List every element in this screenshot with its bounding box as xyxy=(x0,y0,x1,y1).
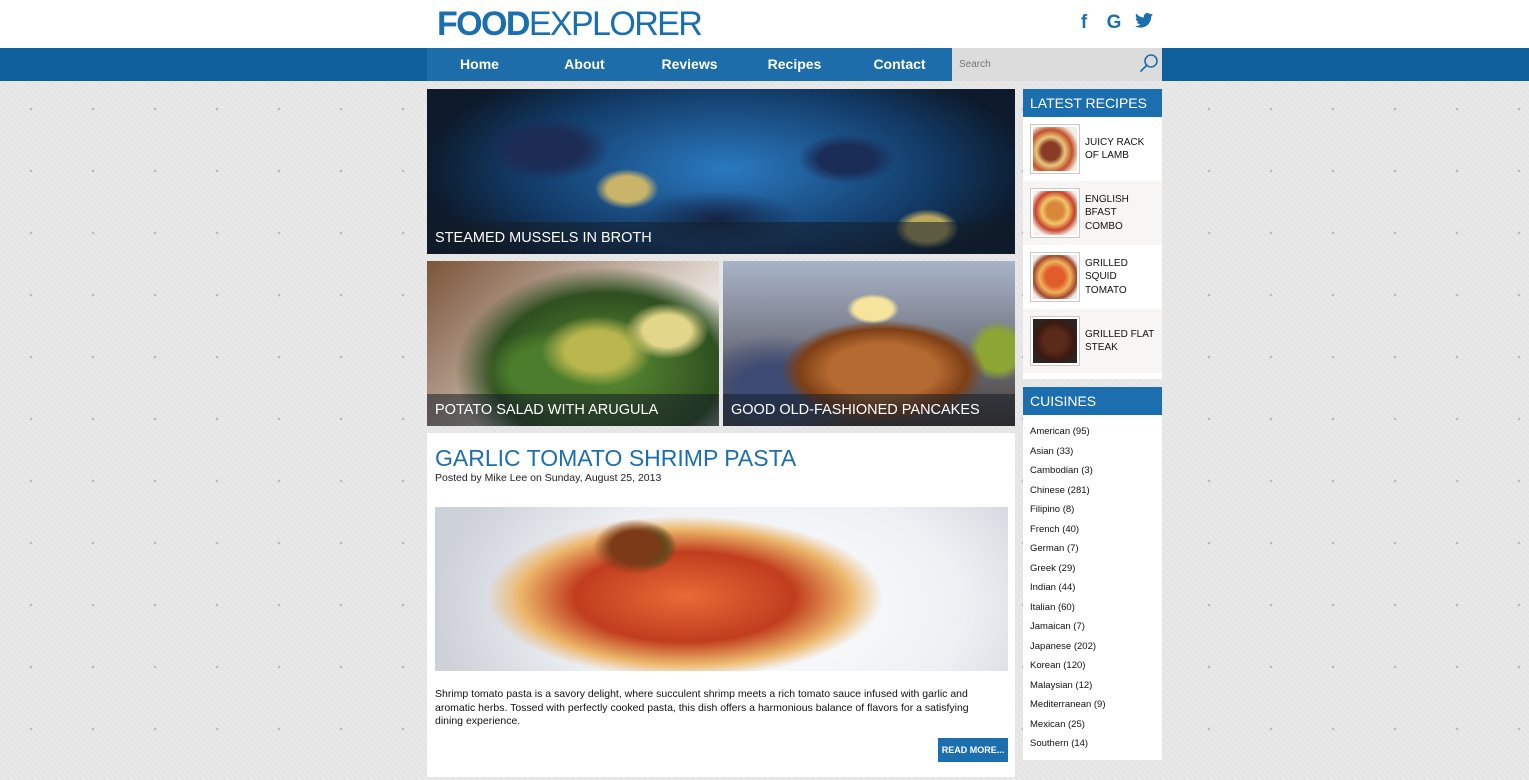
cuisine-link[interactable]: German (7) xyxy=(1030,539,1162,559)
cuisine-link[interactable]: Southern (14) xyxy=(1030,734,1162,754)
latest-recipe-item[interactable]: ENGLISH BFAST COMBO xyxy=(1023,181,1162,245)
featured-right-caption: GOOD OLD-FASHIONED PANCAKES xyxy=(723,394,1015,426)
cuisine-list: American (95) Asian (33) Cambodian (3) C… xyxy=(1023,415,1162,754)
latest-recipe-item[interactable]: JUICY RACK OF LAMB xyxy=(1023,117,1162,181)
site-header xyxy=(0,0,1529,48)
twitter-icon[interactable] xyxy=(1134,12,1154,34)
featured-left-caption: POTATO SALAD WITH ARUGULA xyxy=(427,394,719,426)
recipe-thumbnail xyxy=(1030,252,1080,302)
facebook-icon[interactable]: f xyxy=(1074,12,1094,34)
recipe-label: GRILLED SQUID TOMATO xyxy=(1085,257,1128,296)
site-logo[interactable]: FOODEXPLORER xyxy=(437,5,703,43)
cuisine-link[interactable]: Mexican (25) xyxy=(1030,715,1162,735)
cuisine-link[interactable]: Malaysian (12) xyxy=(1030,676,1162,696)
latest-recipes-widget: LATEST RECIPES JUICY RACK OF LAMB ENGLIS… xyxy=(1023,89,1162,379)
search-box xyxy=(952,48,1162,81)
cuisine-link[interactable]: Chinese (281) xyxy=(1030,481,1162,501)
cuisine-link[interactable]: American (95) xyxy=(1030,422,1162,442)
recipe-label: ENGLISH BFAST COMBO xyxy=(1085,193,1129,232)
nav-reviews[interactable]: Reviews xyxy=(637,48,742,81)
nav-about[interactable]: About xyxy=(532,48,637,81)
featured-right[interactable]: GOOD OLD-FASHIONED PANCAKES xyxy=(723,261,1015,426)
shrimp-pasta-image xyxy=(435,507,1008,671)
cuisine-link[interactable]: Asian (33) xyxy=(1030,442,1162,462)
cuisine-link[interactable]: Korean (120) xyxy=(1030,656,1162,676)
recipe-thumbnail xyxy=(1030,124,1080,174)
recipe-label: GRILLED FLAT STEAK xyxy=(1085,328,1155,354)
featured-main[interactable]: STEAMED MUSSELS IN BROTH xyxy=(427,89,1015,254)
recipe-thumbnail xyxy=(1030,188,1080,238)
post-body: Shrimp tomato pasta is a savory delight,… xyxy=(435,688,969,727)
nav-home[interactable]: Home xyxy=(427,48,532,81)
recipe-thumbnail xyxy=(1030,316,1080,366)
main-nav: Home About Reviews Recipes Contact xyxy=(427,48,952,81)
post-meta: Posted by Mike Lee on Sunday, August 25,… xyxy=(435,472,662,484)
logo-bold: FOOD xyxy=(437,5,530,43)
nav-recipes[interactable]: Recipes xyxy=(742,48,847,81)
cuisine-link[interactable]: Cambodian (3) xyxy=(1030,461,1162,481)
post-title[interactable]: GARLIC TOMATO SHRIMP PASTA xyxy=(435,445,796,472)
recipe-label: JUICY RACK OF LAMB xyxy=(1085,136,1145,162)
search-input[interactable] xyxy=(952,48,1132,81)
latest-recipe-item[interactable]: GRILLED FLAT STEAK xyxy=(1023,309,1162,373)
google-icon[interactable]: G xyxy=(1104,12,1124,34)
cuisine-link[interactable]: Filipino (8) xyxy=(1030,500,1162,520)
logo-light: EXPLORER xyxy=(528,5,703,43)
cuisine-link[interactable]: Italian (60) xyxy=(1030,598,1162,618)
read-more-button[interactable]: READ MORE... xyxy=(938,738,1008,762)
cuisine-link[interactable]: Greek (29) xyxy=(1030,559,1162,579)
cuisine-link[interactable]: French (40) xyxy=(1030,520,1162,540)
cuisines-title: CUISINES xyxy=(1023,387,1162,415)
cuisine-link[interactable]: Indian (44) xyxy=(1030,578,1162,598)
search-icon[interactable] xyxy=(1137,52,1161,76)
cuisines-widget: CUISINES American (95) Asian (33) Cambod… xyxy=(1023,387,1162,760)
featured-main-caption: STEAMED MUSSELS IN BROTH xyxy=(427,222,1015,254)
cuisine-link[interactable]: Japanese (202) xyxy=(1030,637,1162,657)
latest-recipe-item[interactable]: GRILLED SQUID TOMATO xyxy=(1023,245,1162,309)
cuisine-link[interactable]: Jamaican (7) xyxy=(1030,617,1162,637)
blog-post: GARLIC TOMATO SHRIMP PASTA Posted by Mik… xyxy=(427,433,1015,777)
featured-left[interactable]: POTATO SALAD WITH ARUGULA xyxy=(427,261,719,426)
social-links: f G xyxy=(1074,12,1154,34)
latest-recipes-title: LATEST RECIPES xyxy=(1023,89,1162,117)
nav-contact[interactable]: Contact xyxy=(847,48,952,81)
cuisine-link[interactable]: Mediterranean (9) xyxy=(1030,695,1162,715)
